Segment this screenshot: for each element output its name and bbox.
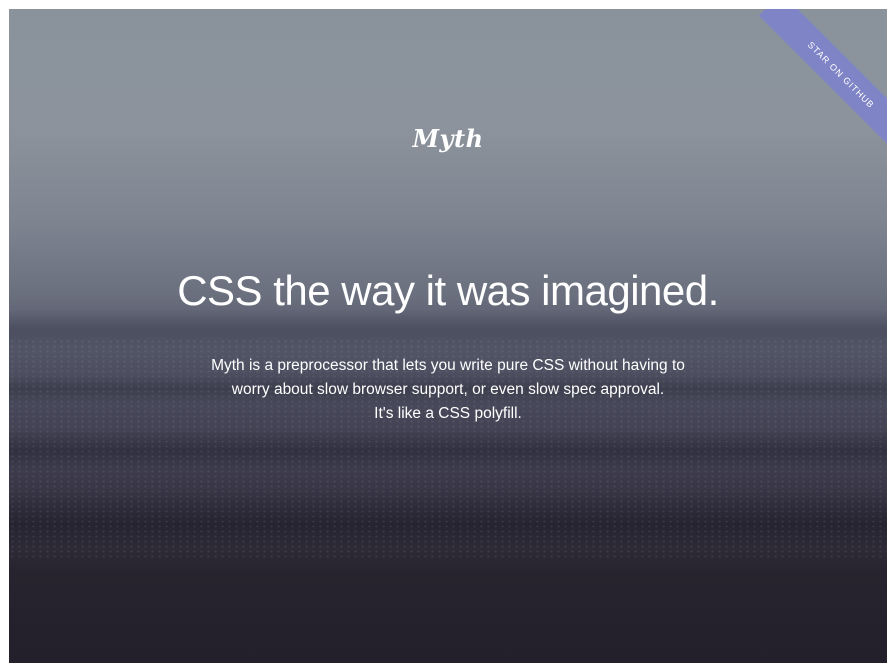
description-line: It's like a CSS polyfill. (374, 405, 522, 422)
sea-wave (9, 489, 887, 549)
github-ribbon-container: STAR ON GITHUB (727, 9, 887, 169)
page-frame: Myth CSS the way it was imagined. Myth i… (9, 9, 887, 663)
sea-wave (9, 429, 887, 469)
description-line: worry about slow browser support, or eve… (231, 381, 665, 398)
sea-wave (9, 309, 887, 349)
page-title: CSS the way it was imagined. (177, 267, 719, 314)
star-on-github-ribbon[interactable]: STAR ON GITHUB (758, 9, 887, 158)
description-line: Myth is a preprocessor that lets you wri… (211, 357, 685, 374)
hero-description: Myth is a preprocessor that lets you wri… (9, 354, 887, 426)
